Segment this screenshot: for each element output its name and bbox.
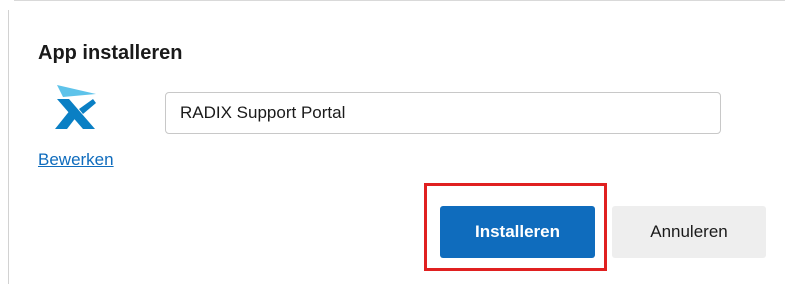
app-name-input[interactable]	[165, 92, 721, 134]
radix-x-logo-icon	[55, 85, 96, 129]
install-app-dialog: App installeren Bewerken Installeren Ann…	[0, 0, 785, 284]
dialog-top-edge	[14, 0, 785, 1]
edit-link[interactable]: Bewerken	[38, 150, 114, 170]
cancel-button[interactable]: Annuleren	[612, 206, 766, 258]
dialog-left-edge	[8, 10, 9, 284]
install-button[interactable]: Installeren	[440, 206, 595, 258]
dialog-title: App installeren	[38, 42, 183, 64]
